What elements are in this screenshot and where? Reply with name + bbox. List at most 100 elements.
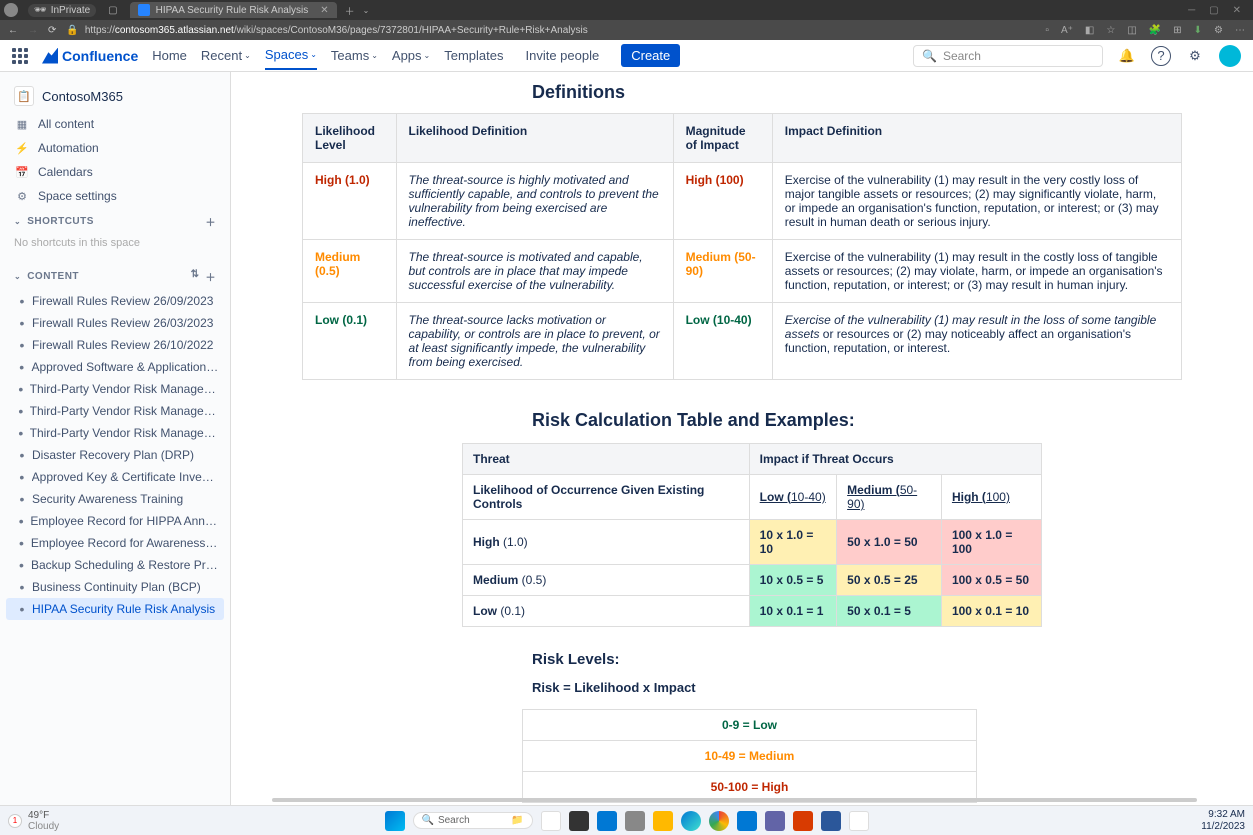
weather-widget[interactable]: 1 49°FCloudy	[8, 810, 59, 832]
likelihood-level: Medium (0.5)	[303, 240, 397, 303]
tree-item[interactable]: •Firewall Rules Review 26/03/2023	[6, 312, 224, 334]
lock-icon[interactable]: 🔒	[66, 25, 78, 36]
taskbar-app-icon[interactable]	[625, 811, 645, 831]
new-tab-button[interactable]: ＋	[345, 3, 355, 18]
filter-icon[interactable]: ⇅	[191, 269, 200, 284]
tree-item[interactable]: •Backup Scheduling & Restore Procedure	[6, 554, 224, 576]
taskbar-app-icon[interactable]	[653, 811, 673, 831]
table-row: Medium (0.5)10 x 0.5 = 550 x 0.5 = 25100…	[463, 565, 1042, 596]
taskbar-app-icon[interactable]	[849, 811, 869, 831]
table-row: Medium (0.5)The threat-source is motivat…	[303, 240, 1182, 303]
nav-apps[interactable]: Apps⌄	[392, 42, 430, 69]
nav-recent[interactable]: Recent⌄	[201, 42, 251, 69]
bullet-icon: •	[18, 448, 26, 462]
notifications-icon[interactable]: 🔔	[1117, 46, 1137, 66]
close-tab-icon[interactable]: ✕	[320, 5, 328, 16]
bullet-icon: •	[18, 382, 24, 396]
tree-item[interactable]: •Approved Software & Applications List	[6, 356, 224, 378]
tree-item[interactable]: •Third-Party Vendor Risk Management - 27…	[6, 400, 224, 422]
add-shortcut-icon[interactable]: ＋	[206, 214, 217, 229]
tab-actions-icon[interactable]: ▢	[108, 5, 117, 16]
clock-date: 11/2/2023	[1201, 821, 1245, 833]
sidebar-item[interactable]: ▦All content	[6, 112, 224, 136]
tab-title: HIPAA Security Rule Risk Analysis	[156, 5, 309, 16]
tree-item[interactable]: •Business Continuity Plan (BCP)	[6, 576, 224, 598]
bullet-icon: •	[18, 536, 25, 550]
teams-icon[interactable]	[765, 811, 785, 831]
sidebar-item[interactable]: ⚙Space settings	[6, 184, 224, 208]
back-icon[interactable]: ←	[8, 25, 18, 36]
calc-cell: 10 x 1.0 = 10	[749, 520, 836, 565]
content-section[interactable]: ⌄CONTENT ⇅＋	[6, 263, 224, 290]
performance-icon[interactable]: ⚙	[1214, 25, 1223, 36]
nav-home[interactable]: Home	[152, 42, 187, 69]
tree-item[interactable]: •Third-Party Vendor Risk Management - 27…	[6, 378, 224, 400]
tree-item[interactable]: •Disaster Recovery Plan (DRP)	[6, 444, 224, 466]
nav-spaces[interactable]: Spaces⌄	[265, 41, 317, 70]
confluence-logo[interactable]: Confluence	[42, 48, 138, 64]
toolbar-icon[interactable]: ▫	[1045, 25, 1049, 36]
horizontal-scrollbar[interactable]	[272, 798, 1197, 802]
taskbar-app-icon[interactable]	[793, 811, 813, 831]
user-avatar[interactable]	[1219, 45, 1241, 67]
tree-item[interactable]: •Approved Key & Certificate Inventory	[6, 466, 224, 488]
search-input[interactable]: 🔍Search	[913, 45, 1103, 67]
read-aloud-icon[interactable]: A⁺	[1061, 25, 1073, 36]
tree-item[interactable]: •Security Awareness Training	[6, 488, 224, 510]
extensions-icon[interactable]: 🧩	[1149, 25, 1161, 36]
tree-item[interactable]: •Firewall Rules Review 26/09/2023	[6, 290, 224, 312]
shortcuts-section[interactable]: ⌄SHORTCUTS ＋	[6, 208, 224, 235]
sidebar-toggle-icon[interactable]: ◧	[1085, 25, 1094, 36]
collections-icon[interactable]: ⊞	[1173, 25, 1181, 36]
word-icon[interactable]	[821, 811, 841, 831]
taskbar-search[interactable]: 🔍Search📁	[413, 812, 533, 829]
downloads-icon[interactable]: ⬇	[1194, 25, 1202, 36]
add-page-icon[interactable]: ＋	[206, 269, 217, 284]
sidebar: 📋 ContosoM365 ▦All content⚡Automation📅Ca…	[0, 72, 231, 805]
chrome-icon[interactable]	[709, 811, 729, 831]
maximize-icon[interactable]: ▢	[1209, 5, 1218, 16]
settings-icon[interactable]: ⚙	[1185, 46, 1205, 66]
calc-row-label: High (1.0)	[463, 520, 750, 565]
risk-level-cell: 0-9 = Low	[523, 710, 977, 741]
browser-tab[interactable]: HIPAA Security Rule Risk Analysis ✕	[130, 2, 337, 18]
favorite-icon[interactable]: ☆	[1106, 25, 1115, 36]
create-button[interactable]: Create	[621, 44, 680, 67]
table-row: 10-49 = Medium	[523, 741, 977, 772]
minimize-icon[interactable]: ─	[1188, 5, 1195, 16]
space-header[interactable]: 📋 ContosoM365	[6, 80, 224, 112]
start-icon[interactable]	[385, 811, 405, 831]
tree-item[interactable]: •Employee Record for HIPPA Annual Traini…	[6, 510, 224, 532]
tab-overflow-icon[interactable]: ⌄	[363, 6, 370, 15]
tree-item[interactable]: •Firewall Rules Review 26/10/2022	[6, 334, 224, 356]
nav-teams[interactable]: Teams⌄	[331, 42, 378, 69]
system-tray[interactable]: 9:32 AM 11/2/2023	[1201, 809, 1245, 833]
search-placeholder: Search	[943, 49, 981, 63]
sidebar-item[interactable]: ⚡Automation	[6, 136, 224, 160]
taskbar-app-icon[interactable]	[597, 811, 617, 831]
refresh-icon[interactable]: ⟳	[48, 25, 56, 36]
address-bar[interactable]: 🔒 https://contosom365.atlassian.net/wiki…	[66, 25, 1035, 36]
calc-cell: 10 x 0.1 = 1	[749, 596, 836, 627]
close-window-icon[interactable]: ✕	[1233, 5, 1241, 16]
app-switcher-icon[interactable]	[12, 48, 28, 64]
invite-people-button[interactable]: Invite people	[518, 44, 608, 67]
confluence-header: Confluence Home Recent⌄ Spaces⌄ Teams⌄ A…	[0, 40, 1253, 72]
tree-item[interactable]: •Third-Party Vendor Risk Management - 27…	[6, 422, 224, 444]
more-icon[interactable]: ⋯	[1235, 25, 1245, 36]
profile-avatar-icon[interactable]	[4, 3, 18, 17]
edge-icon[interactable]	[681, 811, 701, 831]
tree-item[interactable]: •Employee Record for Awareness Training	[6, 532, 224, 554]
tree-item[interactable]: •HIPAA Security Rule Risk Analysis	[6, 598, 224, 620]
help-icon[interactable]: ?	[1151, 46, 1171, 66]
taskbar-app-icon[interactable]	[569, 811, 589, 831]
sidebar-item-icon: 📅	[14, 166, 30, 179]
calc-cell: 100 x 0.5 = 50	[941, 565, 1041, 596]
taskbar-app-icon[interactable]	[737, 811, 757, 831]
nav-templates[interactable]: Templates	[444, 42, 503, 69]
taskbar-app-icon[interactable]	[541, 811, 561, 831]
impact-magnitude: Low (10-40)	[673, 303, 772, 380]
space-icon: 📋	[14, 86, 34, 106]
sidebar-item[interactable]: 📅Calendars	[6, 160, 224, 184]
split-icon[interactable]: ◫	[1127, 25, 1136, 36]
